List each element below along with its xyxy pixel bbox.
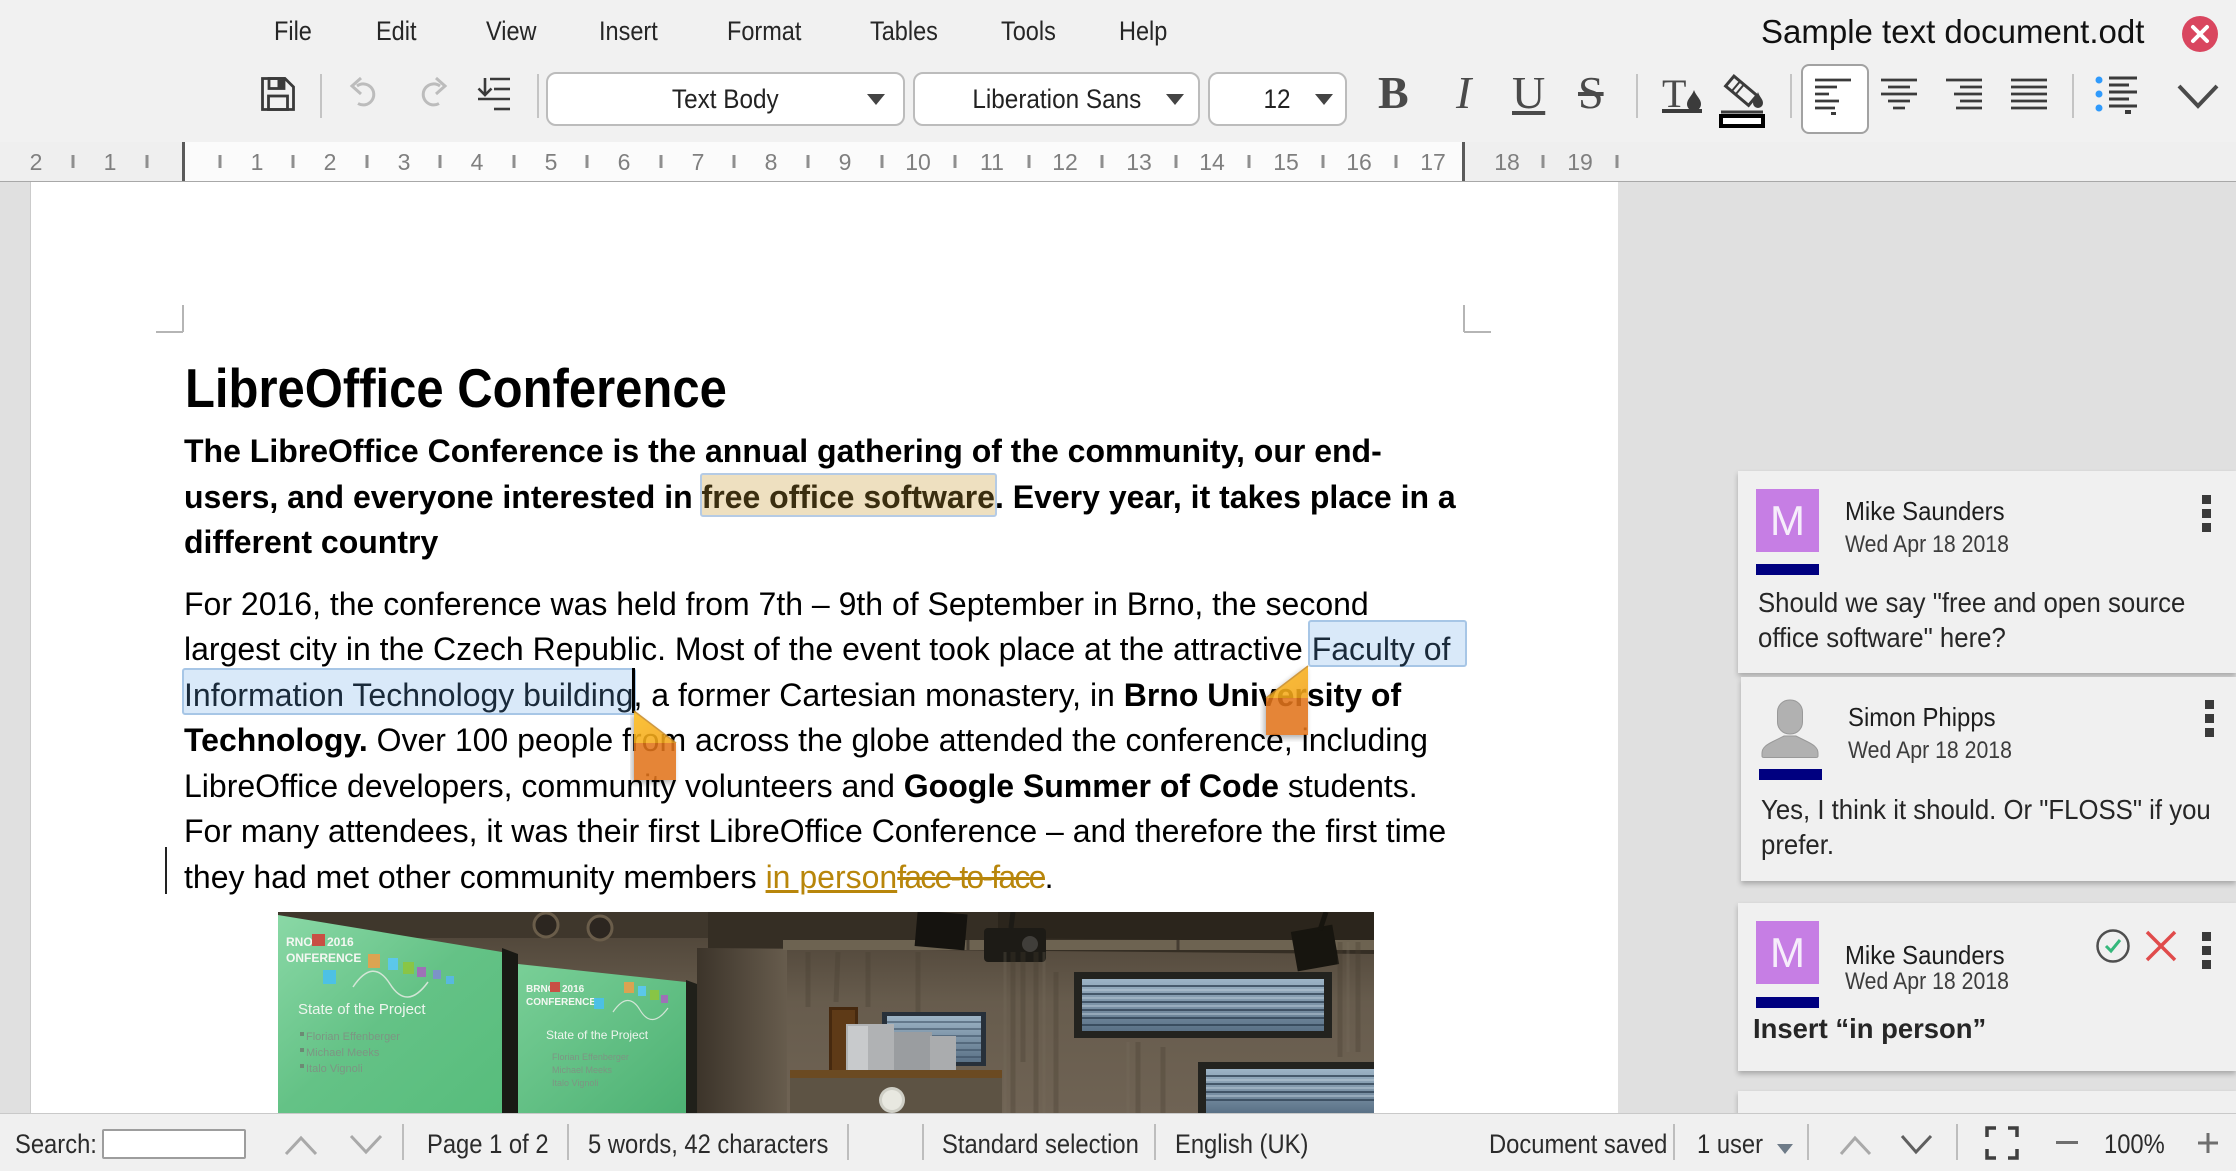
svg-text:ONFERENCE: ONFERENCE (286, 951, 361, 965)
svg-text:2016: 2016 (327, 935, 354, 949)
svg-text:2016: 2016 (562, 984, 585, 995)
svg-text:Michael Meeks: Michael Meeks (552, 1065, 613, 1075)
svg-text:CONFERENCE: CONFERENCE (526, 997, 596, 1008)
svg-text:RNO: RNO (286, 935, 313, 949)
svg-text:Michael Meeks: Michael Meeks (306, 1047, 380, 1059)
svg-text:State of the Project: State of the Project (546, 1028, 649, 1042)
svg-text:Italo Vignoli: Italo Vignoli (306, 1063, 363, 1075)
svg-text:State of the Project: State of the Project (298, 1001, 426, 1018)
svg-text:Florian Effenberger: Florian Effenberger (306, 1031, 400, 1043)
svg-text:Florian Effenberger: Florian Effenberger (552, 1052, 629, 1062)
svg-text:Italo Vignoli: Italo Vignoli (552, 1078, 598, 1088)
